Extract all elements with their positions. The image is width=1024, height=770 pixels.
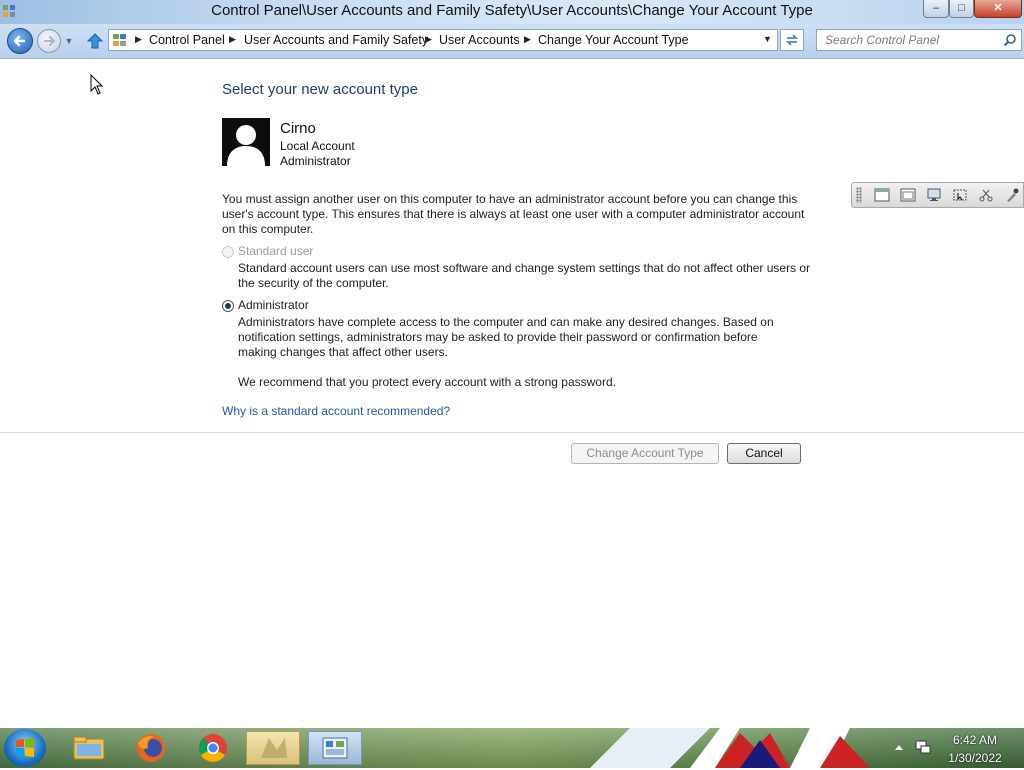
- administrator-description: Administrators have complete access to t…: [238, 315, 774, 359]
- close-button[interactable]: ✕: [974, 0, 1022, 18]
- breadcrumb-separator[interactable]: ▶: [425, 34, 432, 45]
- show-hidden-icons-icon[interactable]: [894, 742, 904, 752]
- control-panel-icon[interactable]: [308, 731, 362, 765]
- search-input[interactable]: [825, 32, 995, 48]
- restore-button[interactable]: □: [949, 0, 974, 18]
- password-recommendation: We recommend that you protect every acco…: [238, 375, 616, 389]
- windows-explorer-icon[interactable]: [62, 731, 116, 765]
- search-box[interactable]: [816, 29, 1022, 51]
- network-icon[interactable]: [914, 738, 932, 756]
- forward-arrow-icon: [44, 36, 56, 46]
- taskbar: [0, 728, 1024, 768]
- windows-logo-icon: [16, 738, 34, 757]
- user-avatar: [222, 118, 270, 166]
- mouse-cursor-icon: [90, 74, 104, 95]
- user-role: Administrator: [280, 154, 351, 168]
- user-account-type: Local Account: [280, 139, 355, 153]
- region-select-icon[interactable]: [952, 188, 968, 202]
- standard-user-radio[interactable]: [222, 246, 234, 258]
- control-panel-icon: [113, 34, 126, 46]
- why-standard-account-link[interactable]: Why is a standard account recommended?: [222, 404, 450, 418]
- change-account-type-button[interactable]: Change Account Type: [571, 443, 719, 464]
- breadcrumb-separator[interactable]: ▶: [135, 34, 142, 45]
- administrator-radio[interactable]: [222, 300, 234, 312]
- user-name: Cirno: [280, 120, 316, 137]
- start-button[interactable]: [4, 729, 46, 767]
- refresh-button[interactable]: [780, 29, 804, 51]
- address-history-dropdown[interactable]: ▼: [763, 34, 772, 44]
- window-frame-icon[interactable]: [900, 188, 916, 202]
- clock-time[interactable]: 6:42 AM: [950, 733, 1000, 747]
- navigation-bar: ▼ ▶ Control Panel ▶ User Accounts and Fa…: [0, 24, 1024, 59]
- title-bar: Control Panel\User Accounts and Family S…: [0, 0, 1024, 24]
- window-icon[interactable]: [874, 188, 890, 202]
- floating-capture-toolbar: [851, 182, 1024, 208]
- standard-user-label[interactable]: Standard user: [238, 244, 313, 258]
- clock-date[interactable]: 1/30/2022: [944, 751, 1006, 765]
- refresh-icon: [786, 34, 798, 46]
- back-button[interactable]: [7, 28, 33, 54]
- breadcrumb-separator[interactable]: ▶: [524, 34, 531, 45]
- divider: [0, 432, 1024, 433]
- page-heading: Select your new account type: [222, 81, 418, 98]
- cancel-button[interactable]: Cancel: [727, 443, 801, 464]
- breadcrumb-user-accounts[interactable]: User Accounts: [439, 33, 520, 47]
- search-icon[interactable]: [1003, 33, 1017, 47]
- internet-explorer-icon[interactable]: [246, 731, 300, 765]
- window-title: Control Panel\User Accounts and Family S…: [211, 2, 813, 19]
- forward-button[interactable]: [37, 29, 61, 53]
- firefox-icon[interactable]: [124, 731, 178, 765]
- scissors-icon[interactable]: [978, 188, 994, 202]
- back-arrow-icon: [13, 35, 26, 47]
- user-silhouette-icon: [227, 125, 265, 166]
- eyedropper-icon[interactable]: [1004, 188, 1020, 202]
- chrome-icon[interactable]: [186, 731, 240, 765]
- breadcrumb-separator[interactable]: ▶: [229, 34, 236, 45]
- breadcrumb-user-accounts-family-safety[interactable]: User Accounts and Family Safety: [244, 33, 428, 47]
- address-bar[interactable]: ▶ Control Panel ▶ User Accounts and Fami…: [108, 29, 778, 51]
- recent-pages-dropdown[interactable]: ▼: [63, 34, 75, 48]
- administrator-label[interactable]: Administrator: [238, 298, 309, 312]
- up-arrow-icon[interactable]: [86, 32, 104, 50]
- wallpaper-art: [590, 728, 870, 768]
- breadcrumb-change-account-type[interactable]: Change Your Account Type: [538, 33, 689, 47]
- breadcrumb-control-panel[interactable]: Control Panel: [149, 33, 225, 47]
- standard-user-description: Standard account users can use most soft…: [238, 261, 811, 290]
- monitor-icon[interactable]: [926, 188, 942, 202]
- minimize-button[interactable]: –: [923, 0, 949, 18]
- drag-grip-icon[interactable]: [856, 187, 862, 203]
- info-message: You must assign another user on this com…: [222, 192, 805, 236]
